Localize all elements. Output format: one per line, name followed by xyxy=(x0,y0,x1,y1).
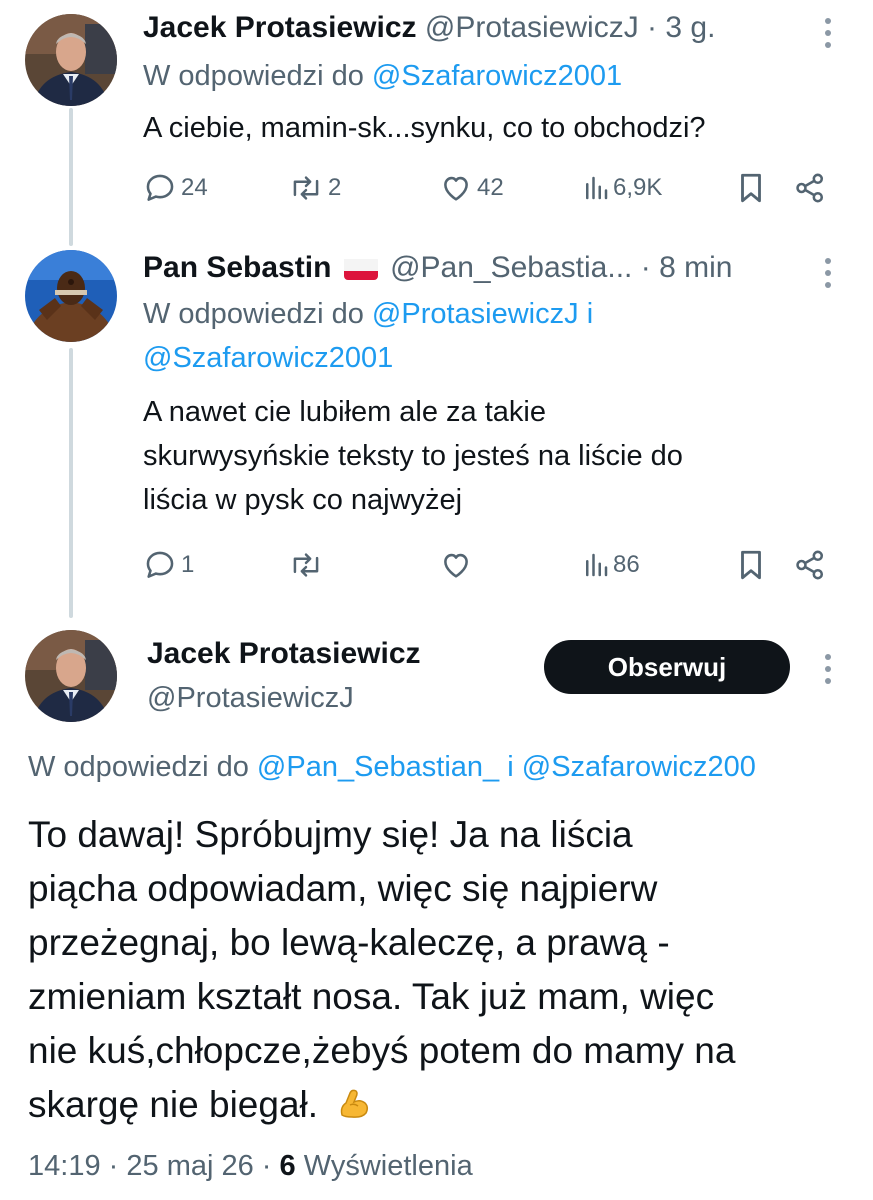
tweet-time[interactable]: 8 min xyxy=(659,251,732,284)
tweet-text-line: przeżegnaj, bo lewą-kaleczę, a prawą - xyxy=(28,922,670,963)
tweet-text-line: liścia w pysk co najwyżej xyxy=(143,484,463,516)
repost-button[interactable] xyxy=(288,545,328,585)
thread-line xyxy=(69,348,73,618)
heart-icon xyxy=(444,553,468,578)
bookmark-icon xyxy=(741,550,761,580)
thread-line xyxy=(69,108,73,246)
avatar[interactable] xyxy=(25,14,117,106)
more-options-icon[interactable] xyxy=(825,258,833,294)
views-count: 86 xyxy=(613,551,640,578)
reply-handle-link[interactable]: @Szafarowicz2001 xyxy=(143,342,393,374)
tweet-text: A ciebie, mamin-sk...synku, co to obchod… xyxy=(143,112,706,144)
like-count: 42 xyxy=(477,174,504,201)
author-name[interactable]: Jacek Protasiewicz xyxy=(147,634,421,674)
reply-button[interactable]: 24 xyxy=(143,168,208,208)
flexed-biceps-icon xyxy=(336,1082,372,1136)
tweet-header: Jacek Protasiewicz @ProtasiewiczJ · 3 g. xyxy=(143,10,715,46)
share-button[interactable] xyxy=(793,545,827,585)
reply-context: W odpowiedzi do @Szafarowicz2001 xyxy=(143,54,622,98)
follow-button[interactable]: Obserwuj xyxy=(544,640,790,694)
views-count: 6,9K xyxy=(613,174,663,201)
views-count: 6 xyxy=(279,1150,296,1182)
reply-handle-link[interactable]: @ProtasiewiczJ xyxy=(372,298,579,330)
author-handle[interactable]: @ProtasiewiczJ xyxy=(425,11,639,44)
heart-icon xyxy=(444,176,468,201)
author-name[interactable]: Pan Sebastin xyxy=(143,251,331,284)
reply-handle-link[interactable]: @Pan_Sebastian_ xyxy=(257,751,499,783)
tweet-header: Pan Sebastin @Pan_Sebastia... · 8 min xyxy=(143,250,732,286)
tweet-text: A nawet cie lubiłem ale za takie skurwys… xyxy=(143,390,843,522)
repost-icon xyxy=(293,553,319,577)
like-button[interactable]: 42 xyxy=(439,168,504,208)
share-icon xyxy=(796,550,824,580)
reply-count: 1 xyxy=(181,551,195,578)
separator-dot: · xyxy=(108,1150,119,1182)
views-chart-icon xyxy=(586,176,608,200)
reply-prefix: W odpowiedzi do xyxy=(143,298,364,330)
poland-flag-icon xyxy=(343,256,378,280)
share-button[interactable] xyxy=(793,168,827,208)
reply-context: W odpowiedzi do @ProtasiewiczJ i @Szafar… xyxy=(143,292,843,380)
reply-and: i xyxy=(507,751,514,783)
main-tweet-text: To dawaj! Spróbujmy się! Ja na liścia pi… xyxy=(28,808,735,1136)
bookmark-button[interactable] xyxy=(736,545,766,585)
views-chart-icon xyxy=(586,553,608,577)
views-button[interactable]: 6,9K xyxy=(583,168,662,208)
repost-button[interactable]: 2 xyxy=(288,168,341,208)
repost-icon xyxy=(293,176,319,200)
tweet-time[interactable]: 3 g. xyxy=(665,11,715,44)
tweet-actions: 24 2 42 6,9K xyxy=(143,168,833,208)
tweet-meta: 14:19 · 25 maj 26 · 6 Wyświetlenia xyxy=(28,1144,473,1188)
like-button[interactable] xyxy=(439,545,477,585)
reply-icon xyxy=(146,174,174,201)
avatar[interactable] xyxy=(25,250,117,342)
separator-dot: · xyxy=(261,1150,272,1182)
separator-dot: · xyxy=(640,251,651,284)
reply-count: 24 xyxy=(181,174,208,201)
tweet-text-line-last: skargę nie biegał. xyxy=(28,1078,735,1136)
tweet-text-line: To dawaj! Spróbujmy się! Ja na liścia xyxy=(28,814,633,855)
tweet-actions: 1 86 xyxy=(143,545,833,585)
tweet-text-line: skurwysyńskie teksty to jesteś na liście… xyxy=(143,440,683,472)
tweet-text-line: A nawet cie lubiłem ale za takie xyxy=(143,396,546,428)
views-label: Wyświetlenia xyxy=(303,1150,473,1182)
tweet-date[interactable]: 25 maj 26 xyxy=(126,1150,253,1182)
views-button[interactable]: 86 xyxy=(583,545,640,585)
author-handle[interactable]: @Pan_Sebastia... xyxy=(390,251,632,284)
reply-handle-link[interactable]: @Szafarowicz200 xyxy=(522,751,756,783)
author-name[interactable]: Jacek Protasiewicz xyxy=(143,11,417,44)
bookmark-icon xyxy=(741,173,761,203)
tweet-text-line: nie kuś,chłopcze,żebyś potem do mamy na xyxy=(28,1030,736,1071)
author-handle[interactable]: @ProtasiewiczJ xyxy=(147,678,354,718)
more-options-icon[interactable] xyxy=(825,654,833,690)
bookmark-button[interactable] xyxy=(736,168,766,208)
separator-dot: · xyxy=(647,11,658,44)
more-options-icon[interactable] xyxy=(825,18,833,54)
reply-button[interactable]: 1 xyxy=(143,545,194,585)
tweet-text-line: piącha odpowiadam, więc się najpierw xyxy=(28,868,658,909)
reply-and: i xyxy=(586,298,594,330)
tweet-time[interactable]: 14:19 xyxy=(28,1150,101,1182)
reply-icon xyxy=(146,551,174,578)
reply-context: W odpowiedzi do @Pan_Sebastian_ i @Szafa… xyxy=(28,745,873,789)
tweet-text-line: zmieniam kształt nosa. Tak już mam, więc xyxy=(28,976,715,1017)
avatar[interactable] xyxy=(25,630,117,722)
repost-count: 2 xyxy=(328,174,342,201)
share-icon xyxy=(796,173,824,203)
reply-handle-link[interactable]: @Szafarowicz2001 xyxy=(372,60,622,92)
reply-prefix: W odpowiedzi do xyxy=(143,60,364,92)
reply-prefix: W odpowiedzi do xyxy=(28,751,249,783)
